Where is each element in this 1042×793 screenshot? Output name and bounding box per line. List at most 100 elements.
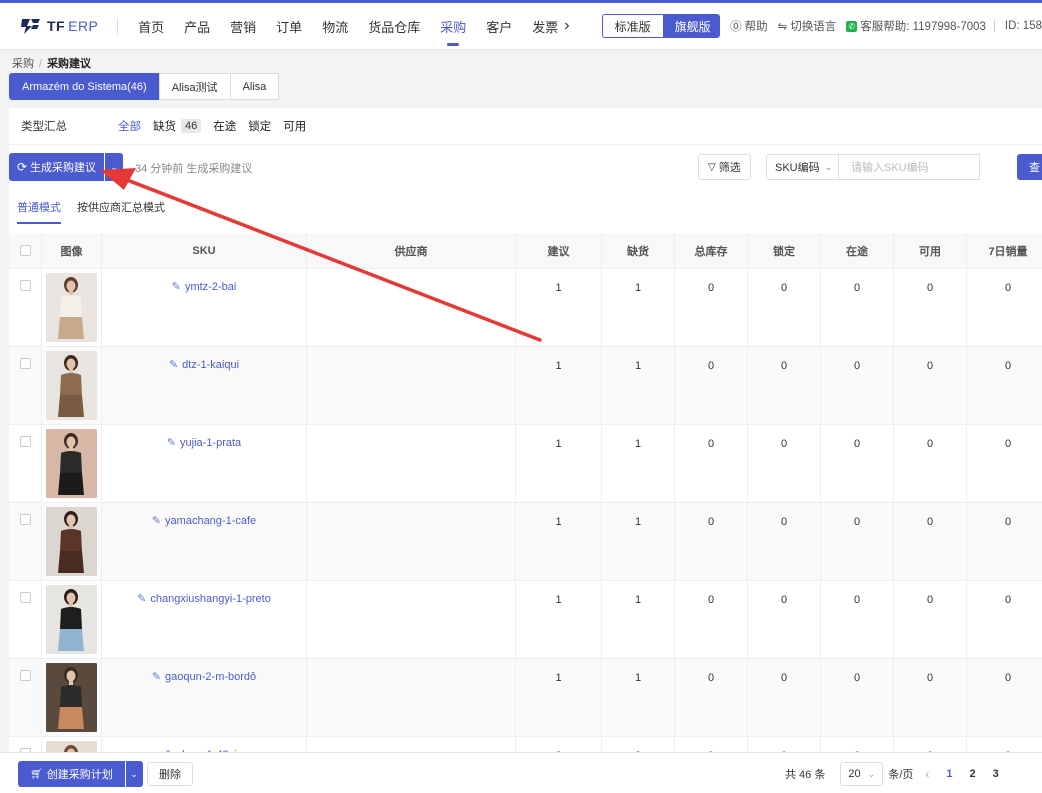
create-plan-label: 创建采购计划 (46, 769, 113, 781)
type-filter-available[interactable]: 可用 (283, 118, 306, 134)
image-cell (42, 347, 102, 424)
create-plan-button[interactable]: 🛒︎ 创建采购计划 (18, 761, 125, 787)
sku-search-input[interactable]: 请输入SKU编码 (839, 154, 980, 180)
sales-7d-cell: 0 (1004, 516, 1012, 528)
page-button-1[interactable]: 1 (946, 768, 952, 780)
in-transit-cell: 0 (821, 659, 894, 736)
product-image[interactable] (46, 507, 97, 576)
in-transit-cell: 0 (821, 347, 894, 424)
phone-icon: ✆ (846, 20, 858, 32)
sku-value: changxiushangyi-1-preto (150, 592, 271, 605)
version-standard-button[interactable]: 标准版 (602, 15, 663, 37)
generate-suggestion-button[interactable]: ⟳ 生成采购建议 (9, 153, 105, 181)
total-stock-cell: 0 (675, 269, 748, 346)
type-filter-shortage[interactable]: 缺货 46 (153, 118, 202, 134)
search-field-select[interactable]: SKU编码 ⌄ (766, 154, 839, 180)
product-image[interactable] (46, 351, 97, 420)
column-header-image: 图像 (42, 233, 102, 268)
table-row[interactable]: ✎ dtz-1-kaiqui 1 1 0 0 0 0 0 (9, 347, 1042, 425)
tab-warehouse-alisa-test[interactable]: Alisa测试 (158, 73, 231, 100)
available-cell: 0 (894, 503, 967, 580)
row-checkbox[interactable] (19, 280, 31, 291)
page-button-3[interactable]: 3 (993, 768, 999, 780)
row-checkbox[interactable] (19, 592, 31, 603)
chevron-right-icon[interactable]: › (564, 3, 585, 49)
sku-cell: ✎ ymtz-2-bai (102, 269, 307, 346)
filter-button[interactable]: ▽ 筛选 (698, 154, 751, 180)
delete-button[interactable]: 删除 (147, 762, 193, 786)
sku-link[interactable]: ✎ yamachang-1-cafe (152, 514, 256, 528)
table-row[interactable]: ✎ yamachang-1-cafe 1 1 0 0 0 0 0 (9, 503, 1042, 581)
locked-cell: 0 (748, 347, 821, 424)
type-filter-locked[interactable]: 锁定 (248, 118, 271, 134)
tab-warehouse-system[interactable]: Armazém do Sistema(46) (9, 73, 160, 100)
table-row[interactable]: ✎ yujia-1-prata 1 1 0 0 0 0 0 (9, 425, 1042, 503)
table-row[interactable]: ✎ gaoqun-2-m-bordô 1 1 0 0 0 0 0 (9, 659, 1042, 737)
logo[interactable]: TF ERP (20, 17, 113, 35)
sku-link[interactable]: ✎ ymtz-2-bai (172, 280, 237, 294)
page-size-value: 20 (848, 768, 861, 780)
breadcrumb-parent[interactable]: 采购 (12, 58, 34, 70)
generate-label: 生成采购建议 (30, 162, 97, 174)
edit-icon: ✎ (168, 359, 179, 371)
table-row[interactable]: ✎ changxiushangyi-1-preto 1 1 0 0 0 0 0 (9, 581, 1042, 659)
product-image[interactable] (46, 273, 97, 342)
nav-item-warehouse[interactable]: 货品仓库 (358, 3, 430, 49)
sales-7d-cell: 0 (1004, 672, 1012, 684)
nav-item-invoices[interactable]: 发票 (522, 3, 568, 49)
row-checkbox[interactable] (19, 436, 31, 447)
edit-icon: ✎ (166, 437, 177, 449)
version-flagship-button[interactable]: 旗舰版 (662, 15, 720, 37)
help-link[interactable]: ⓪ 帮助 (730, 18, 768, 34)
per-page-label: 条/页 (888, 769, 914, 781)
table-row[interactable]: ✎ ymtz-2-bai 1 1 0 0 0 0 0 (9, 269, 1042, 347)
sku-value: yujia-1-prata (180, 436, 242, 449)
locked-cell: 0 (748, 659, 821, 736)
nav-item-customers[interactable]: 客户 (476, 3, 522, 49)
chevron-down-icon[interactable]: ⌄ (125, 761, 143, 787)
product-image[interactable] (46, 429, 97, 498)
image-cell (42, 269, 102, 346)
sku-link[interactable]: ✎ gaoqun-2-m-bordô (152, 670, 256, 684)
nav-item-marketing[interactable]: 营销 (220, 3, 266, 49)
type-summary-bar: 类型汇总 全部 缺货 46 在途 锁定 可用 (9, 108, 1042, 144)
row-select-cell (9, 659, 42, 736)
sku-link[interactable]: ✎ changxiushangyi-1-preto (137, 592, 271, 606)
nav-item-orders[interactable]: 订单 (266, 3, 312, 49)
nav-item-purchase[interactable]: 采购 (430, 3, 476, 49)
available-cell: 0 (894, 269, 967, 346)
type-filter-all[interactable]: 全部 (118, 118, 141, 134)
available-cell: 0 (894, 659, 967, 736)
total-stock-cell: 0 (675, 581, 748, 658)
product-image[interactable] (46, 585, 97, 654)
column-header-suggest: 建议 (516, 233, 602, 268)
nav-item-products[interactable]: 产品 (174, 3, 220, 49)
tab-supplier-mode[interactable]: 按供应商汇总模式 (77, 199, 165, 224)
sku-link[interactable]: ✎ dtz-1-kaiqui (168, 358, 239, 372)
chevron-down-icon: ⌄ (867, 768, 876, 779)
chevron-left-icon[interactable]: ‹ (925, 767, 929, 781)
language-switch-link[interactable]: ⇋ 切换语言 (778, 18, 837, 34)
support-label: 客服帮助: 1197998-7003 (860, 21, 986, 33)
product-image[interactable] (46, 663, 97, 732)
row-checkbox[interactable] (19, 670, 31, 681)
page-button-2[interactable]: 2 (970, 768, 976, 780)
nav-item-home[interactable]: 首页 (128, 3, 174, 49)
sku-link[interactable]: ✎ yujia-1-prata (166, 436, 242, 450)
row-checkbox[interactable] (19, 514, 31, 525)
tab-normal-mode[interactable]: 普通模式 (17, 199, 61, 224)
select-all-checkbox[interactable] (19, 245, 31, 256)
nav-item-logistics[interactable]: 物流 (312, 3, 358, 49)
row-checkbox[interactable] (19, 358, 31, 369)
page-size-select[interactable]: 20 ⌄ (840, 762, 884, 786)
search-button[interactable]: 查 (1017, 154, 1042, 180)
support-link[interactable]: ✆ 客服帮助: 1197998-7003 (846, 18, 986, 34)
available-cell: 0 (894, 347, 967, 424)
supplier-cell (307, 503, 516, 580)
chevron-down-icon[interactable]: ⌄ (105, 153, 124, 181)
column-header-sales-7d: 7日销量 (988, 245, 1028, 258)
suggestion-table: 图像 SKU 供应商 建议 缺货 总库存 锁定 在途 可用 7日销量 ✎ ymtz… (9, 233, 1042, 793)
tab-warehouse-alisa[interactable]: Alisa (229, 73, 280, 100)
type-filter-in-transit[interactable]: 在途 (213, 118, 236, 134)
row-select-cell (9, 347, 42, 424)
